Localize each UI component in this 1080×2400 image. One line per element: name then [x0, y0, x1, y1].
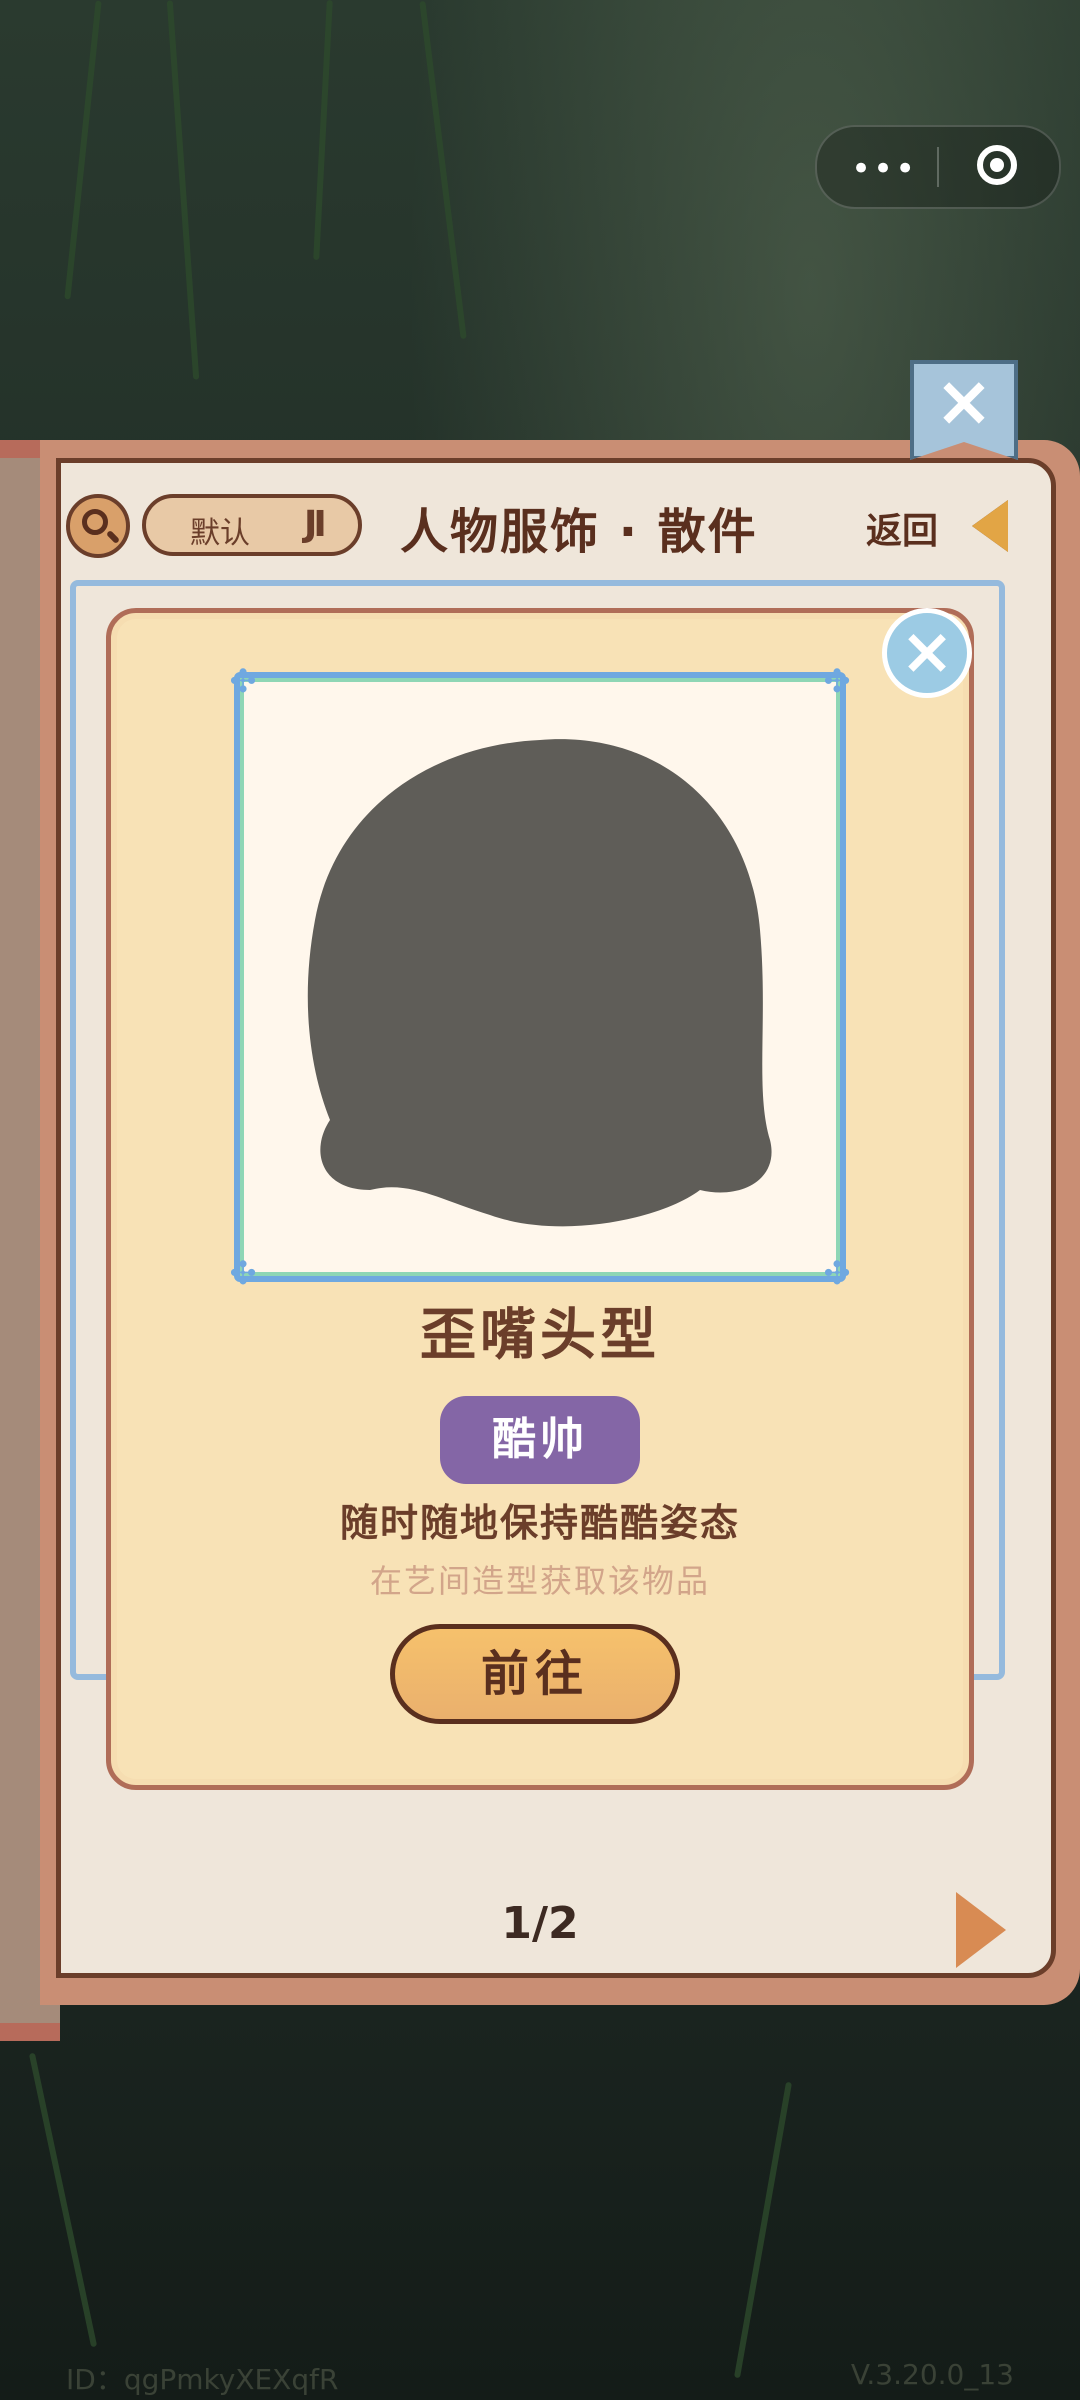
item-description: 随时随地保持酷酷姿态 [339, 1501, 740, 1545]
mini-program-capsule: ••• [815, 125, 1061, 209]
search-icon-handle [105, 529, 121, 545]
page-title: 人物服饰 · 散件 [400, 504, 758, 560]
search-button[interactable] [66, 494, 130, 558]
close-icon[interactable]: × [928, 365, 1000, 437]
style-tag-badge: 酷帅 [440, 1396, 640, 1484]
sort-button[interactable]: 默认 JI [142, 494, 362, 556]
item-name: 歪嘴头型 [420, 1303, 660, 1368]
page-indicator: 1/2 [501, 1898, 579, 1949]
frame-knot-icon: ✣ [823, 662, 851, 700]
item-source-hint: 在艺间造型获取该物品 [369, 1562, 710, 1600]
search-icon [82, 509, 108, 535]
capsule-divider [937, 147, 939, 187]
frame-knot-icon: ✣ [229, 662, 257, 700]
version-label: V.3.20.0_13 [850, 2358, 1014, 2391]
go-button[interactable]: 前往 [390, 1624, 680, 1724]
sort-icon: JI [304, 504, 327, 545]
back-button-label[interactable]: 返回 [866, 502, 938, 554]
next-page-arrow-icon[interactable] [956, 1892, 1006, 1968]
target-icon[interactable] [977, 145, 1017, 185]
player-id: ID：qgPmkyXEXqfR [66, 2363, 339, 2396]
back-arrow-icon[interactable] [972, 500, 1008, 552]
modal-close-button[interactable]: × [882, 608, 972, 698]
frame-knot-icon: ✣ [229, 1254, 257, 1292]
sort-label: 默认 [190, 516, 250, 551]
more-icon[interactable]: ••• [851, 149, 917, 189]
frame-knot-icon: ✣ [823, 1254, 851, 1292]
hairstyle-silhouette-icon [307, 739, 772, 1227]
